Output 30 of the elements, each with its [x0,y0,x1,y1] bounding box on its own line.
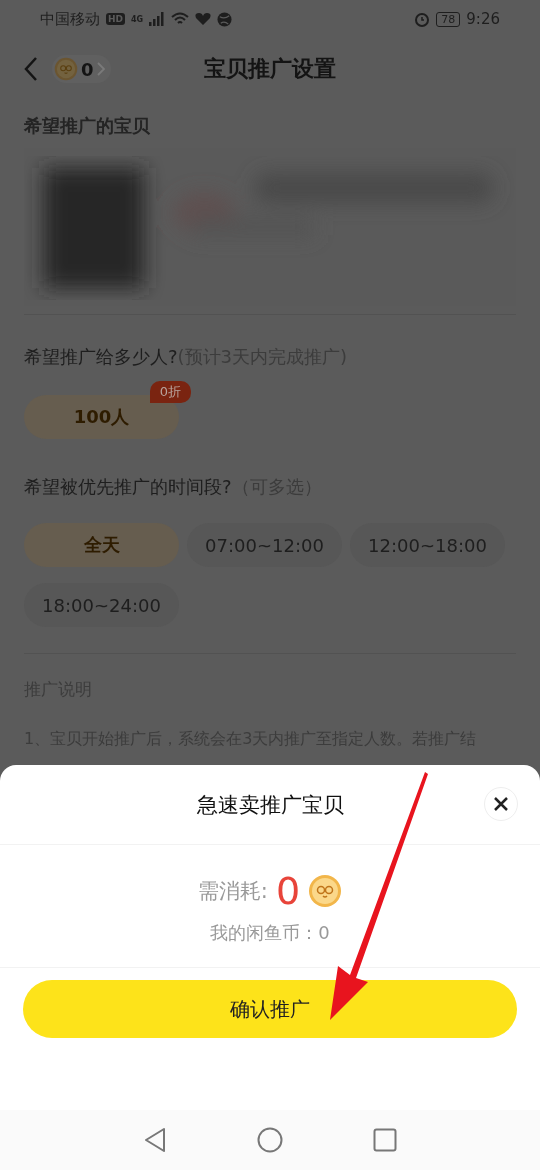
cost-value: 0 [275,869,301,913]
recents-nav-icon[interactable] [373,1128,397,1152]
coin-icon [54,57,78,81]
battery-level: 78 [436,11,461,27]
close-icon [494,797,508,811]
globe-icon [217,11,233,27]
coin-icon [308,874,343,908]
close-button[interactable] [484,787,518,821]
carrier-name: 中国移动 [40,9,100,29]
page-title: 宝贝推广设置 [204,55,336,83]
cost-label: 需消耗: [197,878,268,905]
clock: 9:26 [466,10,500,28]
heart-icon [195,12,212,26]
home-nav-icon[interactable] [257,1127,283,1153]
wifi-icon [171,12,190,26]
signal-icon [149,12,166,26]
back-nav-icon[interactable] [143,1127,167,1153]
time-option[interactable]: 全天 [24,523,179,567]
time-option[interactable]: 12:00~18:00 [350,523,505,567]
chevron-icon [96,62,105,76]
network-type: 4G [131,14,144,24]
time-option[interactable]: 07:00~12:00 [187,523,342,567]
discount-badge: 0折 [149,381,191,403]
confirm-button[interactable]: 确认推广 [23,980,517,1038]
sheet-title: 急速卖推广宝贝 [196,791,344,819]
time-option[interactable]: 18:00~24:00 [24,583,179,627]
back-icon[interactable] [24,56,38,82]
coin-balance[interactable]: 0 [52,55,111,83]
alarm-icon [414,11,431,27]
hd-badge: HD [106,13,125,25]
